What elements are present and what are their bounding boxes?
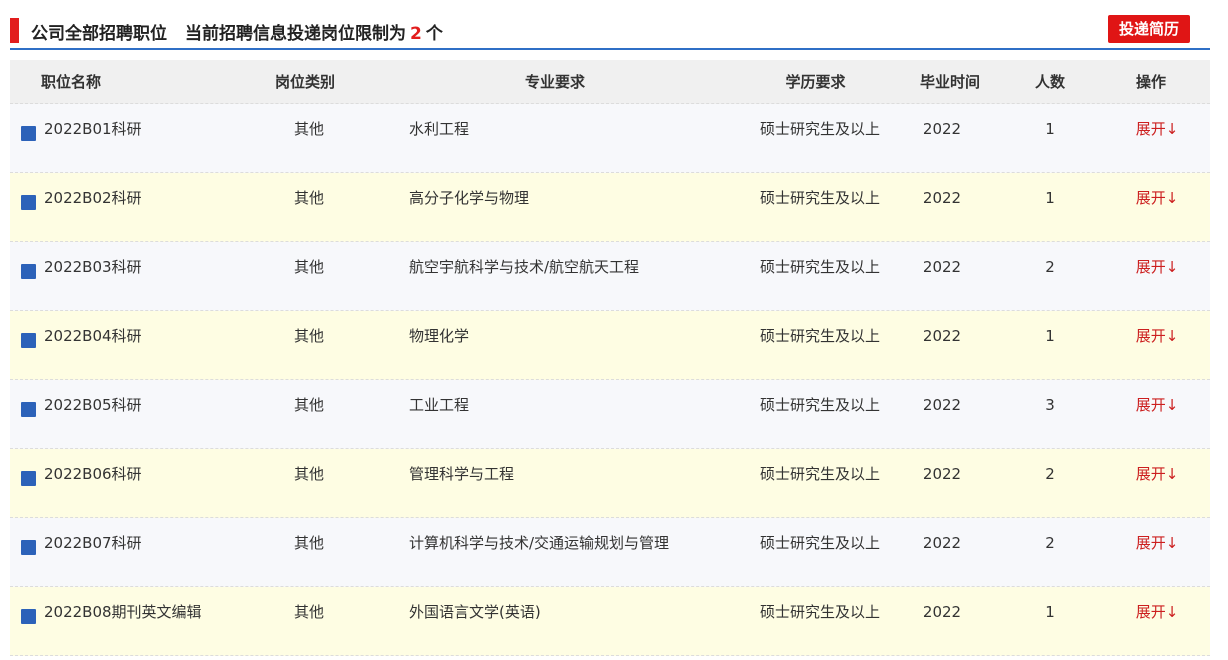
expand-link[interactable]: 展开↓ [1135, 117, 1179, 141]
job-major: 外国语言文学(英语) [409, 603, 541, 621]
job-count: 3 [1045, 396, 1055, 414]
job-grad-year: 2022 [922, 396, 962, 414]
table-row: 2022B01科研 其他 水利工程 硕士研究生及以上 2022 1 展开↓ [10, 104, 1210, 173]
job-grad-year: 2022 [922, 189, 962, 207]
job-degree: 硕士研究生及以上 [760, 327, 881, 345]
submit-resume-button[interactable]: 投递简历 [1107, 15, 1190, 43]
job-name[interactable]: 2022B01科研 [44, 117, 142, 141]
job-name[interactable]: 2022B08期刊英文编辑 [44, 600, 202, 624]
job-category: 其他 [293, 258, 324, 276]
job-name[interactable]: 2022B07科研 [44, 531, 142, 555]
job-category: 其他 [293, 396, 324, 414]
limit-text: 当前招聘信息投递岗位限制为 [185, 24, 406, 44]
job-major: 管理科学与工程 [409, 465, 515, 483]
section-header: 公司全部招聘职位 当前招聘信息投递岗位限制为 2 个 投递简历 [10, 12, 1210, 50]
job-count: 1 [1045, 327, 1055, 345]
job-square-icon [21, 195, 36, 210]
job-name[interactable]: 2022B03科研 [44, 255, 142, 279]
table-row: 2022B07科研 其他 计算机科学与技术/交通运输规划与管理 硕士研究生及以上… [10, 518, 1210, 587]
col-header-count: 人数 [1034, 73, 1065, 91]
job-degree: 硕士研究生及以上 [760, 603, 881, 621]
expand-link[interactable]: 展开↓ [1135, 531, 1179, 555]
job-count: 2 [1045, 534, 1055, 552]
col-header-category: 岗位类别 [274, 73, 335, 91]
job-count: 1 [1045, 603, 1055, 621]
job-grad-year: 2022 [922, 465, 962, 483]
job-degree: 硕士研究生及以上 [760, 189, 881, 207]
col-header-degree: 学历要求 [785, 73, 846, 91]
job-degree: 硕士研究生及以上 [760, 465, 881, 483]
job-major: 航空宇航科学与技术/航空航天工程 [409, 258, 640, 276]
job-square-icon [21, 126, 36, 141]
table-row: 2022B06科研 其他 管理科学与工程 硕士研究生及以上 2022 2 展开↓ [10, 449, 1210, 518]
job-name[interactable]: 2022B04科研 [44, 324, 142, 348]
expand-link[interactable]: 展开↓ [1135, 186, 1179, 210]
job-major: 物理化学 [409, 327, 470, 345]
job-count: 1 [1045, 120, 1055, 138]
job-count: 2 [1045, 258, 1055, 276]
job-grad-year: 2022 [922, 603, 962, 621]
section-title: 公司全部招聘职位 当前招聘信息投递岗位限制为 2 个 [31, 19, 443, 44]
job-major: 水利工程 [409, 120, 470, 138]
job-category: 其他 [293, 120, 324, 138]
job-degree: 硕士研究生及以上 [760, 396, 881, 414]
job-category: 其他 [293, 465, 324, 483]
job-grad-year: 2022 [922, 327, 962, 345]
job-square-icon [21, 609, 36, 624]
table-row: 2022B03科研 其他 航空宇航科学与技术/航空航天工程 硕士研究生及以上 2… [10, 242, 1210, 311]
job-category: 其他 [293, 327, 324, 345]
job-square-icon [21, 264, 36, 279]
job-square-icon [21, 471, 36, 486]
job-square-icon [21, 402, 36, 417]
job-major: 工业工程 [409, 396, 470, 414]
red-marker [10, 18, 19, 43]
expand-link[interactable]: 展开↓ [1135, 255, 1179, 279]
col-header-action: 操作 [1135, 73, 1166, 91]
job-grad-year: 2022 [922, 120, 962, 138]
job-square-icon [21, 333, 36, 348]
table-row: 2022B02科研 其他 高分子化学与物理 硕士研究生及以上 2022 1 展开… [10, 173, 1210, 242]
limit-suffix: 个 [425, 24, 443, 44]
job-square-icon [21, 540, 36, 555]
page-title: 公司全部招聘职位 [31, 24, 167, 44]
job-degree: 硕士研究生及以上 [760, 534, 881, 552]
col-header-major: 专业要求 [524, 73, 585, 91]
job-category: 其他 [293, 603, 324, 621]
col-header-grad: 毕业时间 [919, 73, 980, 91]
expand-link[interactable]: 展开↓ [1135, 393, 1179, 417]
job-count: 1 [1045, 189, 1055, 207]
table-row: 2022B04科研 其他 物理化学 硕士研究生及以上 2022 1 展开↓ [10, 311, 1210, 380]
job-name[interactable]: 2022B05科研 [44, 393, 142, 417]
col-header-position: 职位名称 [40, 73, 101, 91]
job-grad-year: 2022 [922, 258, 962, 276]
job-major: 高分子化学与物理 [409, 189, 530, 207]
table-row: 2022B08期刊英文编辑 其他 外国语言文学(英语) 硕士研究生及以上 202… [10, 587, 1210, 656]
job-degree: 硕士研究生及以上 [760, 258, 881, 276]
expand-link[interactable]: 展开↓ [1135, 600, 1179, 624]
expand-link[interactable]: 展开↓ [1135, 462, 1179, 486]
expand-link[interactable]: 展开↓ [1135, 324, 1179, 348]
job-name[interactable]: 2022B02科研 [44, 186, 142, 210]
limit-number: 2 [410, 24, 422, 44]
job-grad-year: 2022 [922, 534, 962, 552]
job-major: 计算机科学与技术/交通运输规划与管理 [409, 534, 670, 552]
job-category: 其他 [293, 534, 324, 552]
job-degree: 硕士研究生及以上 [760, 120, 881, 138]
job-category: 其他 [293, 189, 324, 207]
job-name[interactable]: 2022B06科研 [44, 462, 142, 486]
table-row: 2022B05科研 其他 工业工程 硕士研究生及以上 2022 3 展开↓ [10, 380, 1210, 449]
table-header: 职位名称 岗位类别 专业要求 学历要求 毕业时间 人数 操作 [10, 60, 1210, 104]
job-count: 2 [1045, 465, 1055, 483]
jobs-table: 职位名称 岗位类别 专业要求 学历要求 毕业时间 人数 操作 2022B01科研… [10, 60, 1210, 656]
